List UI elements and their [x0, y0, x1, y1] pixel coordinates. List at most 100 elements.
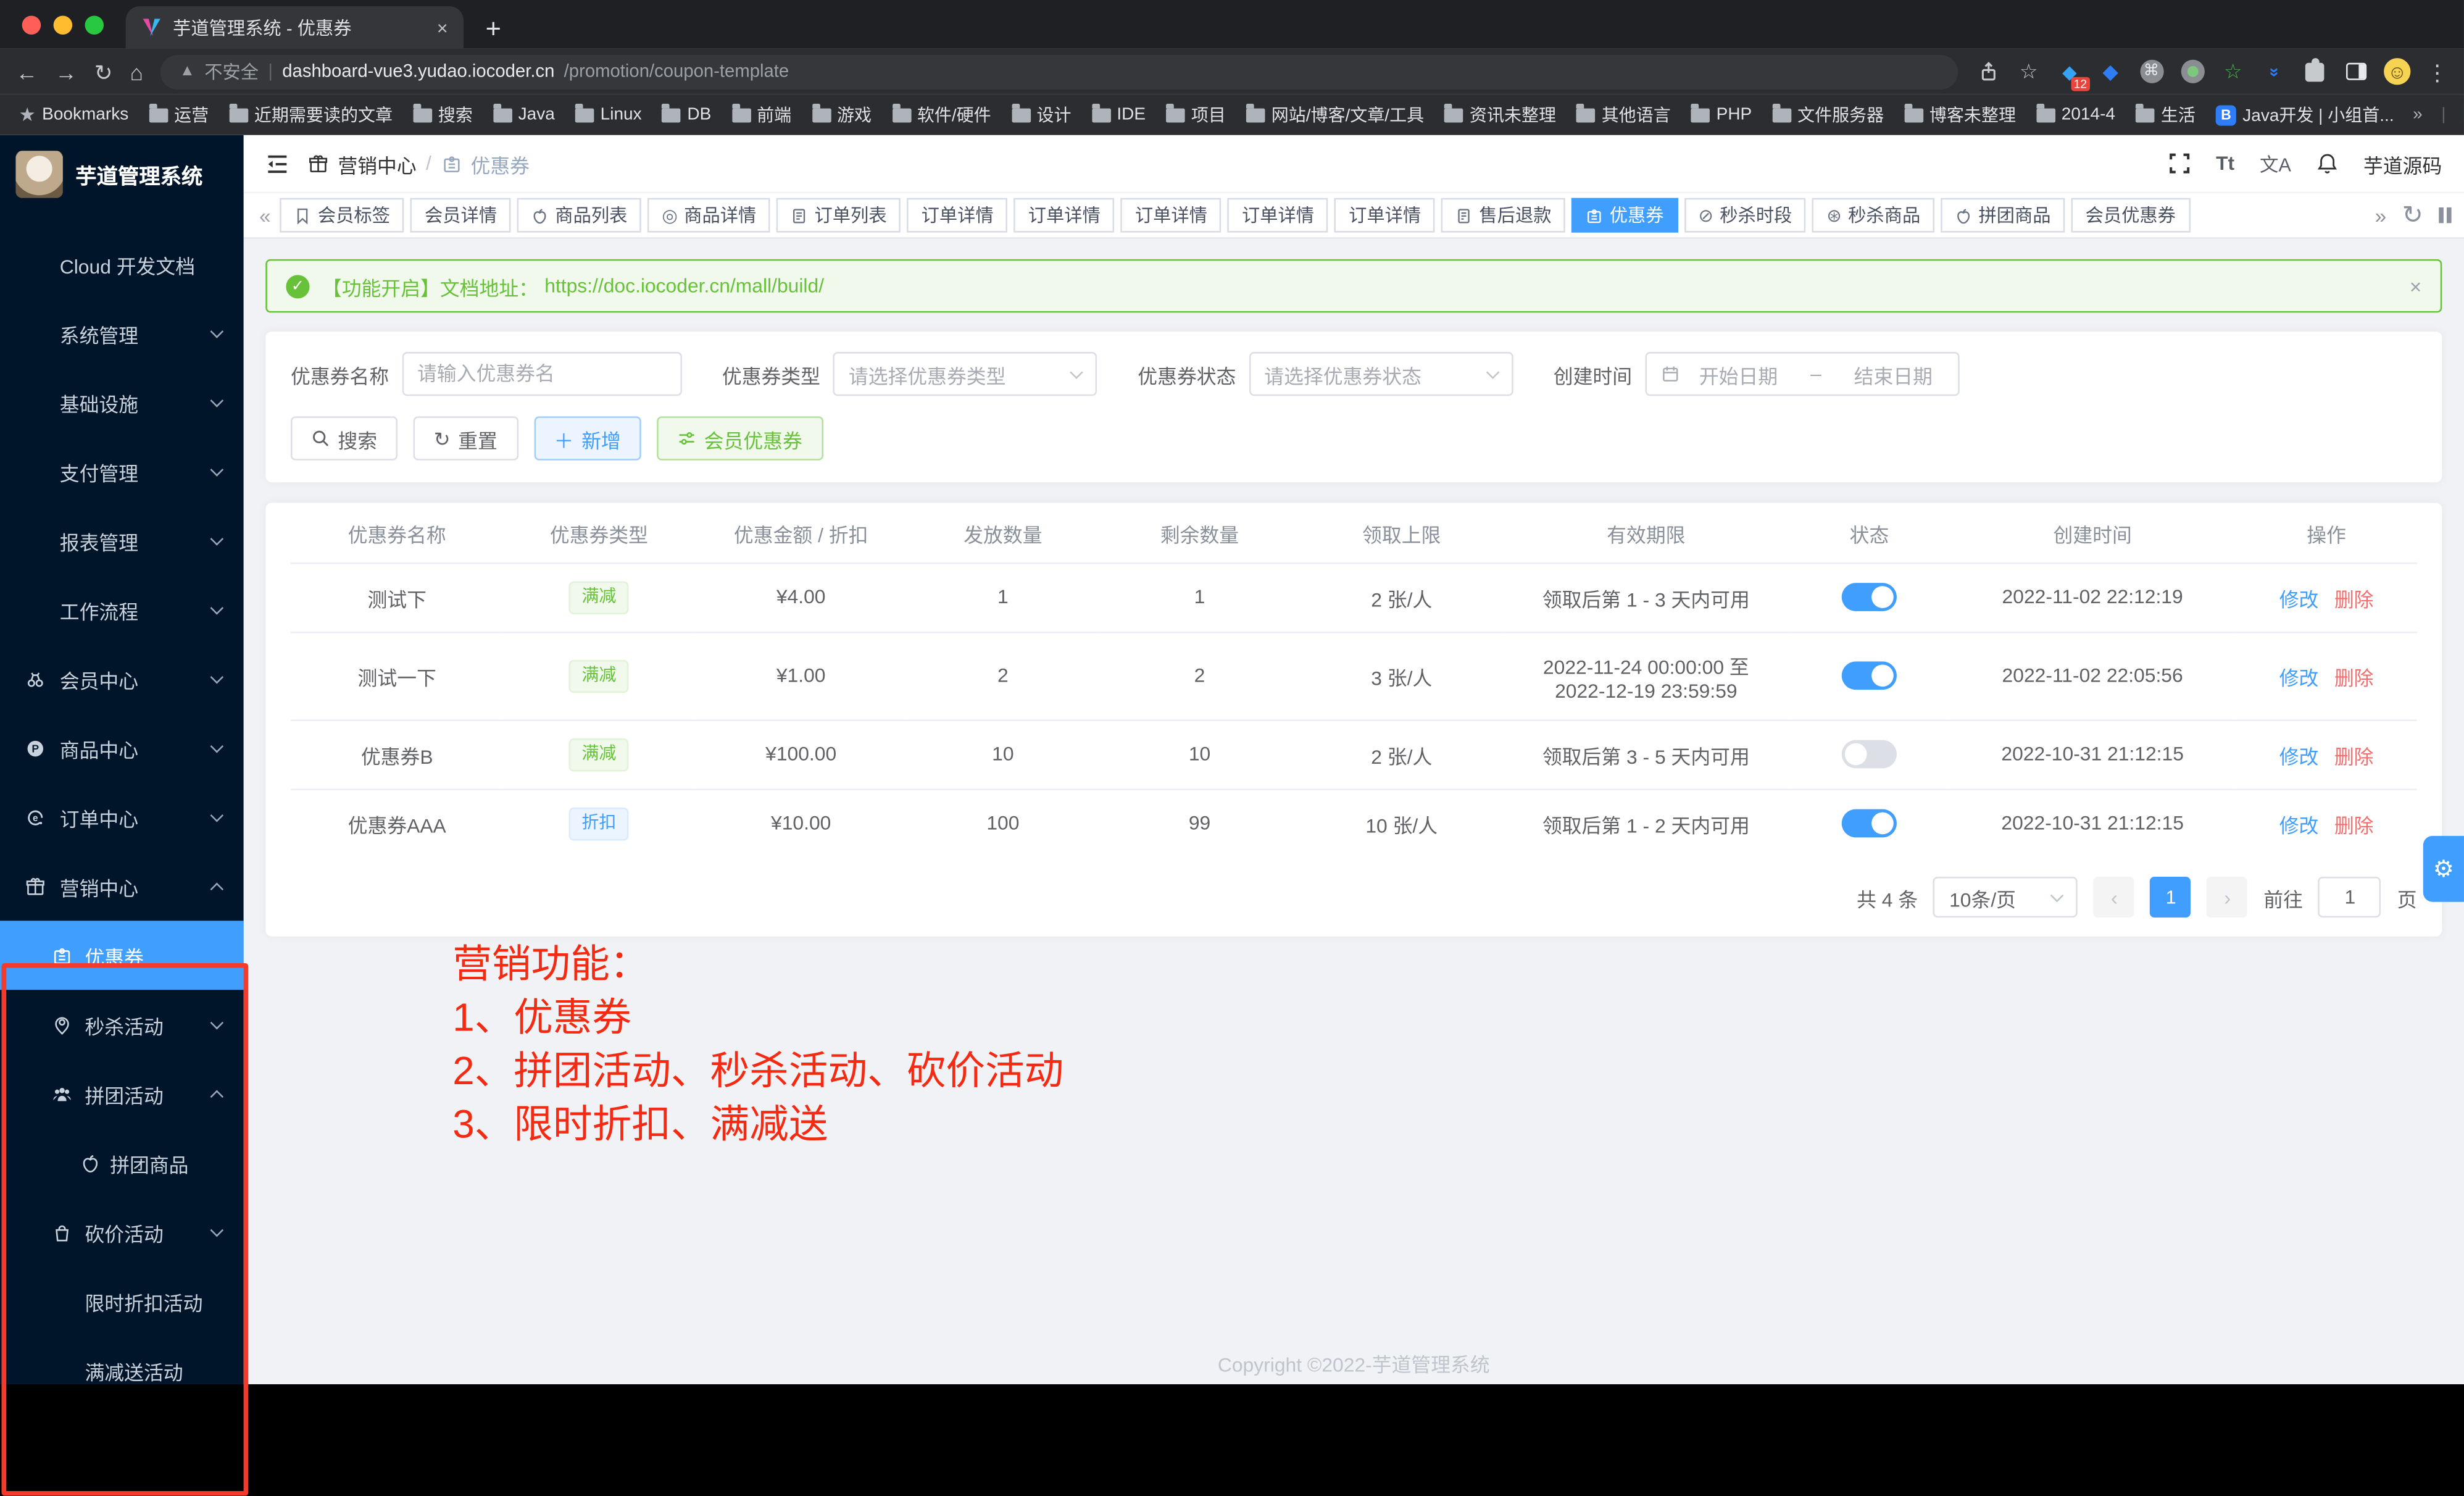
goto-page-input[interactable]: [2318, 877, 2381, 917]
status-toggle[interactable]: [1842, 809, 1897, 838]
page-tab[interactable]: 会员详情: [410, 198, 511, 233]
sidebar-item-marketing-center[interactable]: 营销中心: [0, 851, 244, 921]
sidebar-item-group-product[interactable]: 拼团商品: [0, 1128, 244, 1197]
sidebar-item-group-buy[interactable]: 拼团活动: [0, 1059, 244, 1128]
page-tab[interactable]: 订单详情: [907, 198, 1008, 233]
sidebar-item-limited-discount[interactable]: 限时折扣活动: [0, 1266, 244, 1335]
bookmark-item[interactable]: 项目: [1166, 102, 1226, 127]
sidebar-item-payment[interactable]: 支付管理: [0, 437, 244, 506]
sidebar-item-cloud-docs[interactable]: Cloud 开发文档: [0, 230, 244, 299]
sidebar-item-member-center[interactable]: 会员中心: [0, 644, 244, 713]
layout-columns-icon[interactable]: [2439, 207, 2451, 223]
delete-link[interactable]: 删除: [2334, 588, 2374, 611]
bookmark-item[interactable]: Linux: [575, 106, 642, 125]
bookmark-item[interactable]: 运营: [149, 102, 209, 127]
window-minimize-button[interactable]: [54, 15, 73, 35]
bookmark-item[interactable]: 其他语言: [1576, 102, 1671, 127]
status-toggle[interactable]: [1842, 661, 1897, 690]
extension-record-icon[interactable]: [2179, 59, 2205, 84]
page-tab[interactable]: 售后退款: [1441, 198, 1565, 233]
new-tab-button[interactable]: +: [486, 15, 501, 42]
page-tab[interactable]: ◎商品详情: [648, 198, 771, 233]
fullscreen-icon[interactable]: [2169, 153, 2191, 175]
home-icon[interactable]: ⌂: [130, 61, 144, 83]
coupon-status-select[interactable]: 请选择优惠券状态: [1249, 352, 1513, 396]
address-bar[interactable]: ▲ 不安全 | dashboard-vue3.yudao.iocoder.cn/…: [160, 54, 1958, 89]
page-tab[interactable]: 订单详情: [1228, 198, 1328, 233]
browser-tab[interactable]: 芋道管理系统 - 优惠券 ×: [126, 6, 464, 49]
page-tab[interactable]: 订单列表: [776, 198, 901, 233]
back-icon[interactable]: ←: [15, 61, 38, 83]
sidebar-item-system[interactable]: 系统管理: [0, 299, 244, 368]
extension-gem-icon[interactable]: ◆: [2098, 59, 2123, 84]
bookmark-item[interactable]: 网站/博客/文章/工具: [1246, 102, 1424, 127]
edit-link[interactable]: 修改: [2279, 588, 2319, 611]
banner-link[interactable]: https://doc.iocoder.cn/mall/build/: [544, 275, 824, 297]
username[interactable]: 芋道源码: [2363, 148, 2442, 178]
page-tab-active[interactable]: 优惠券: [1572, 198, 1678, 233]
bookmark-item[interactable]: 搜索: [413, 102, 473, 127]
app-logo[interactable]: 芋道管理系统: [0, 135, 244, 214]
bookmark-item[interactable]: 文件服务器: [1772, 102, 1884, 127]
status-toggle[interactable]: [1842, 740, 1897, 769]
page-tab[interactable]: 订单详情: [1121, 198, 1222, 233]
extension-badge-icon[interactable]: ◆ 12: [2057, 59, 2083, 84]
search-button[interactable]: 搜索: [291, 416, 397, 460]
prev-page-button[interactable]: ‹: [2094, 877, 2134, 917]
delete-link[interactable]: 删除: [2334, 815, 2374, 837]
settings-gear-button[interactable]: ⚙: [2423, 836, 2464, 902]
bookmark-item[interactable]: 2014-4: [2036, 106, 2115, 125]
member-coupon-button[interactable]: 会员优惠券: [657, 416, 823, 460]
bookmark-link[interactable]: BJava开发 | 小组首...: [2216, 102, 2394, 127]
sidebar-item-full-reduction[interactable]: 满减送活动: [0, 1335, 244, 1405]
sidebar-item-infrastructure[interactable]: 基础设施: [0, 367, 244, 437]
page-number-button[interactable]: 1: [2150, 877, 2191, 917]
bookmark-item[interactable]: 设计: [1012, 102, 1072, 127]
date-range-picker[interactable]: 开始日期 – 结束日期: [1644, 352, 1958, 396]
sidebar-item-coupon[interactable]: 优惠券: [0, 921, 244, 990]
window-zoom-button[interactable]: [85, 15, 104, 35]
extension-chevrons-icon[interactable]: »: [2262, 59, 2287, 84]
sidebar-item-bargain[interactable]: 砍价活动: [0, 1197, 244, 1266]
sidebar-item-order-center[interactable]: e 订单中心: [0, 782, 244, 851]
coupon-type-select[interactable]: 请选择优惠券类型: [833, 352, 1097, 396]
bookmark-item[interactable]: DB: [662, 106, 712, 125]
reload-icon[interactable]: ↻: [94, 61, 113, 83]
page-tab[interactable]: ⊘秒杀时段: [1684, 198, 1807, 233]
bookmark-item[interactable]: Java: [493, 106, 555, 125]
bookmark-item[interactable]: 近期需要读的文章: [229, 102, 393, 127]
page-tab[interactable]: 商品列表: [517, 198, 641, 233]
bookmark-item[interactable]: 游戏: [812, 102, 872, 127]
extensions-puzzle-icon[interactable]: [2302, 59, 2328, 84]
status-toggle[interactable]: [1842, 583, 1897, 611]
bookmarks-root[interactable]: ★Bookmarks: [19, 104, 129, 126]
page-tab[interactable]: 会员优惠券: [2071, 198, 2190, 233]
page-tab[interactable]: 会员标签: [280, 198, 404, 233]
edit-link[interactable]: 修改: [2279, 815, 2319, 837]
page-tab[interactable]: 订单详情: [1334, 198, 1435, 233]
bookmark-item[interactable]: 前端: [731, 102, 791, 127]
tabs-scroll-left-icon[interactable]: «: [256, 204, 274, 227]
sidebar-item-workflow[interactable]: 工作流程: [0, 575, 244, 644]
language-icon[interactable]: 文A: [2260, 150, 2291, 177]
edit-link[interactable]: 修改: [2279, 667, 2319, 689]
tabs-refresh-icon[interactable]: ↻: [2402, 199, 2423, 231]
extension-star-icon[interactable]: ☆: [2220, 59, 2245, 84]
bell-icon[interactable]: [2316, 153, 2339, 175]
page-tab[interactable]: ⊛秒杀商品: [1812, 198, 1934, 233]
tab-close-icon[interactable]: ×: [437, 17, 448, 39]
tabs-scroll-right-icon[interactable]: »: [2375, 204, 2386, 227]
bookmark-item[interactable]: IDE: [1092, 106, 1146, 125]
sidebar-item-report[interactable]: 报表管理: [0, 506, 244, 575]
bookmark-item[interactable]: 生活: [2136, 102, 2196, 127]
sidebar-item-seckill[interactable]: 秒杀活动: [0, 990, 244, 1059]
sidebar-item-product-center[interactable]: P 商品中心: [0, 713, 244, 782]
bookmark-item[interactable]: 资讯未整理: [1444, 102, 1556, 127]
collapse-sidebar-icon[interactable]: [265, 152, 289, 175]
breadcrumb-root[interactable]: 营销中心: [338, 148, 416, 178]
window-close-button[interactable]: [22, 15, 41, 35]
share-icon[interactable]: [1975, 59, 2000, 84]
coupon-name-input[interactable]: [402, 352, 681, 396]
extension-command-icon[interactable]: ⌘: [2139, 59, 2164, 84]
banner-close-icon[interactable]: ×: [2410, 274, 2421, 298]
